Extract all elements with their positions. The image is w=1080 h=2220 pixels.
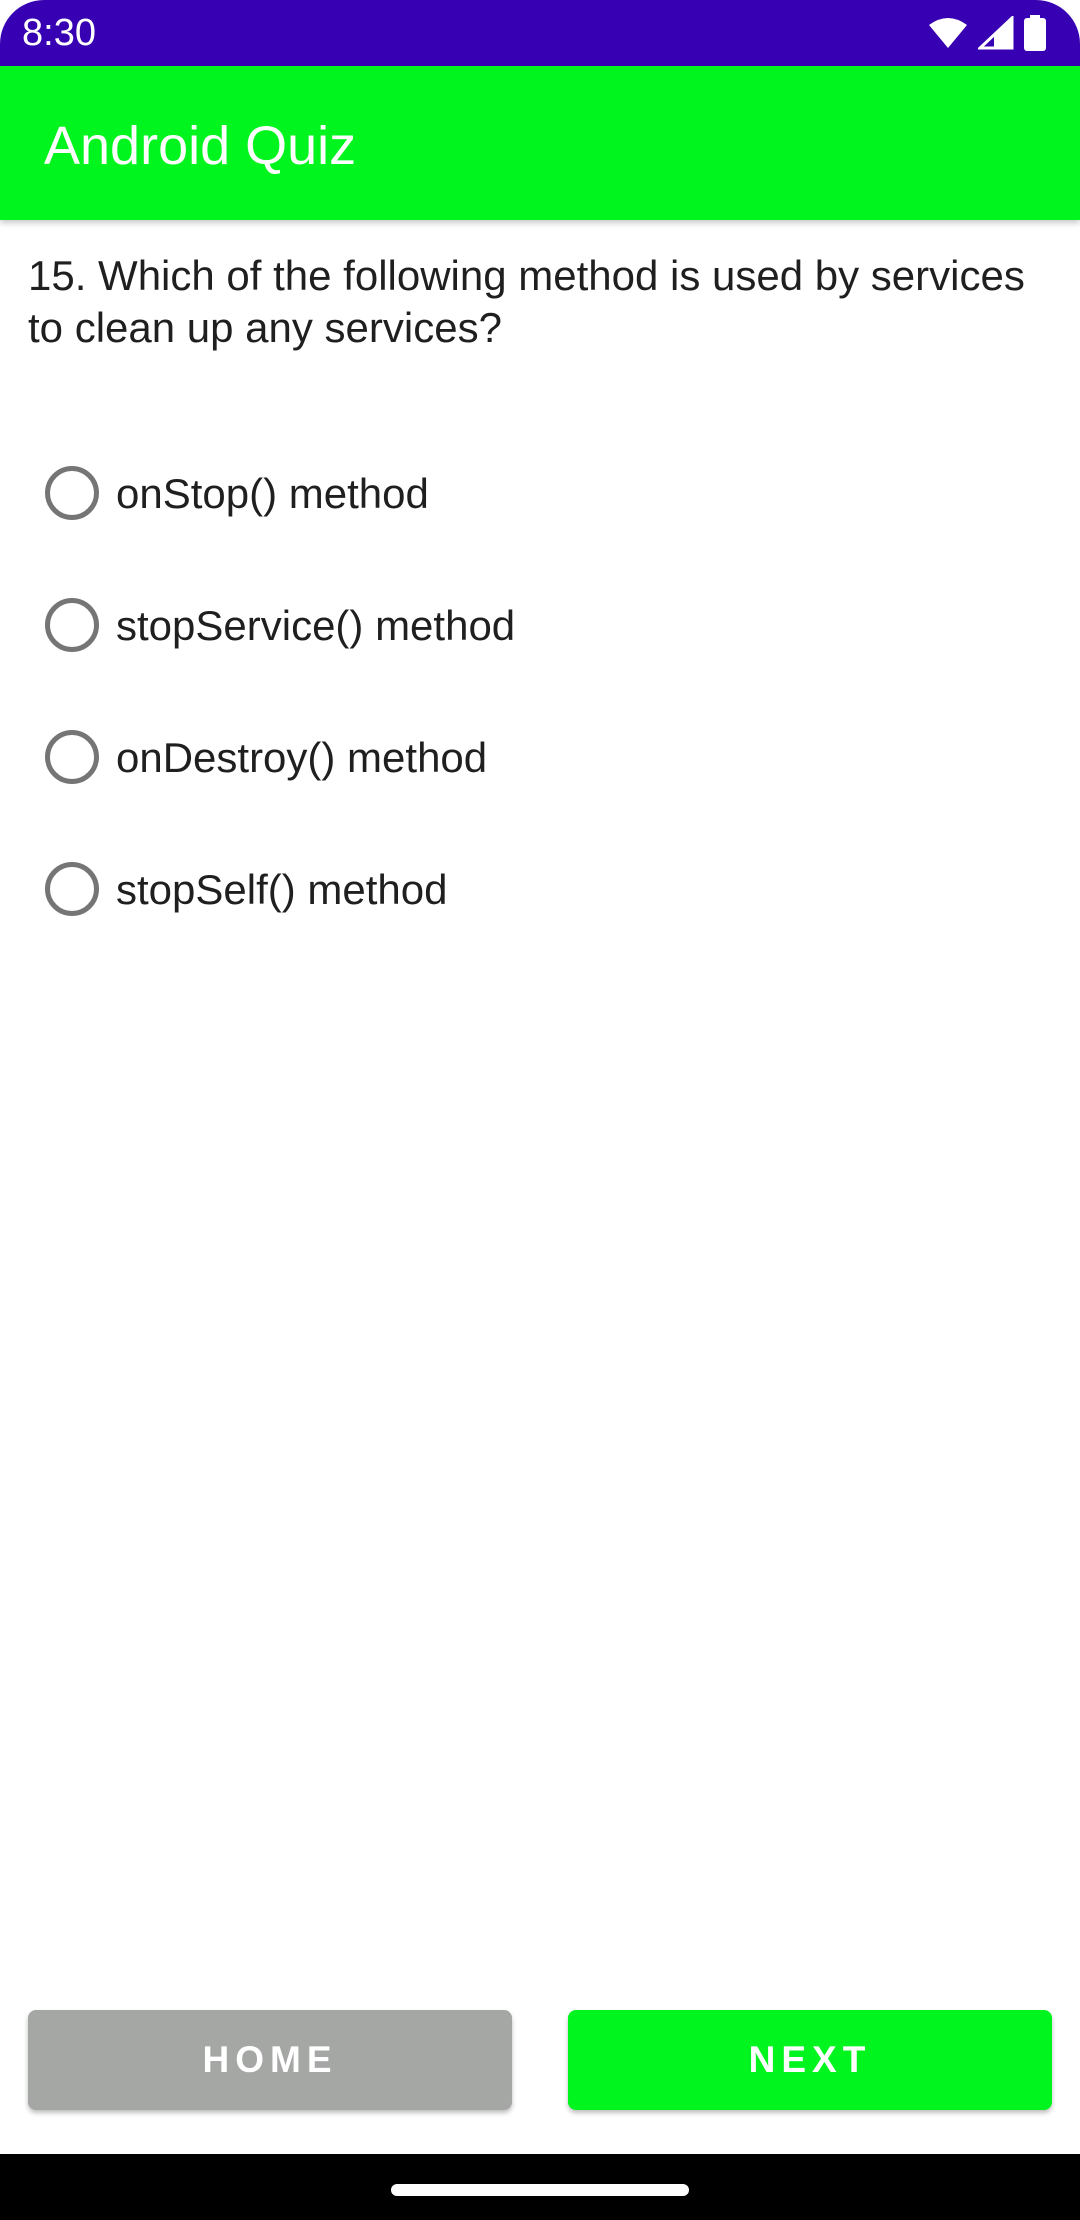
option-label: stopSelf() method xyxy=(116,866,448,913)
wifi-icon xyxy=(928,17,968,49)
app-title: Android Quiz xyxy=(44,116,357,176)
app-bar: Android Quiz xyxy=(0,66,1080,220)
option-stopself[interactable]: stopSelf() method xyxy=(0,824,1080,956)
radio-button-icon[interactable] xyxy=(45,466,99,520)
option-label: onStop() method xyxy=(116,470,429,517)
question-text: 15. Which of the following method is use… xyxy=(28,252,1025,351)
option-onstop[interactable]: onStop() method xyxy=(0,428,1080,560)
option-label: stopService() method xyxy=(116,602,516,649)
option-ondestroy[interactable]: onDestroy() method xyxy=(0,692,1080,824)
option-label: onDestroy() method xyxy=(116,734,488,781)
cellular-signal-icon xyxy=(978,16,1014,50)
navigation-bar xyxy=(0,2154,1080,2220)
home-gesture-pill[interactable] xyxy=(391,2184,689,2196)
next-button[interactable]: NEXT xyxy=(568,2010,1052,2110)
radio-button-icon[interactable] xyxy=(45,862,99,916)
quiz-screen: 8:30 Android Quiz 15. Which of the follo… xyxy=(0,0,1080,2220)
battery-icon xyxy=(1024,15,1046,51)
home-button[interactable]: HOME xyxy=(28,2010,512,2110)
answer-options: onStop() method stopService() method onD… xyxy=(0,428,1080,956)
option-stopservice[interactable]: stopService() method xyxy=(0,560,1080,692)
status-time: 8:30 xyxy=(22,12,96,54)
radio-button-icon[interactable] xyxy=(45,730,99,784)
radio-button-icon[interactable] xyxy=(45,598,99,652)
status-icons xyxy=(928,14,1046,52)
status-bar: 8:30 xyxy=(0,0,1080,66)
